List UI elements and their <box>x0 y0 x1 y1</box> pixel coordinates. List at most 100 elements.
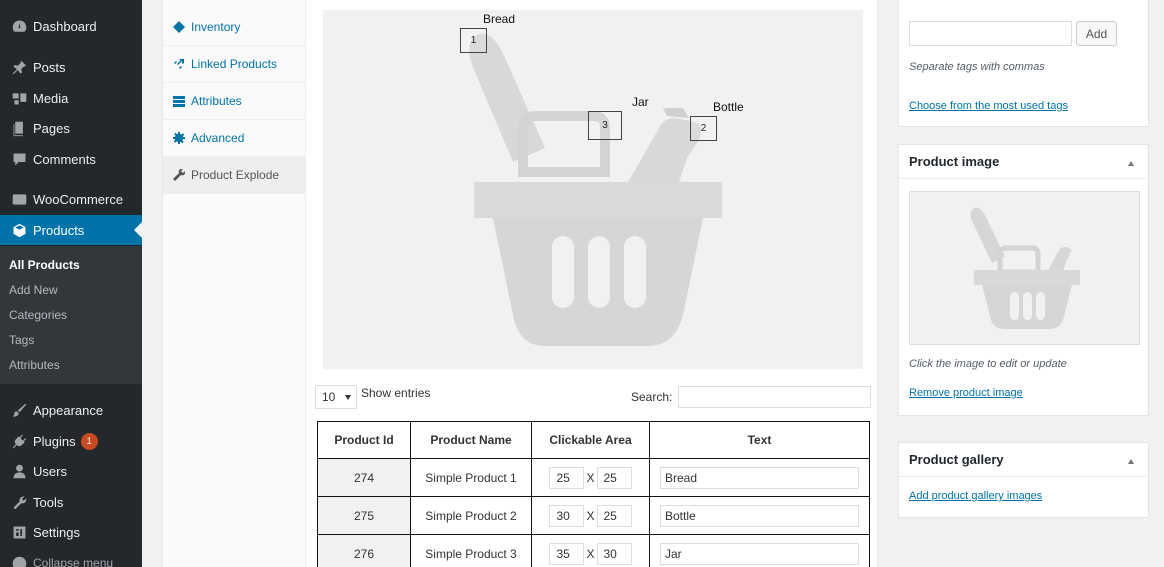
tab-linked-products[interactable]: Linked Products <box>163 46 306 83</box>
clickable-area-cell: 25 X 25 <box>531 458 650 497</box>
submenu-add-new[interactable]: Add New <box>9 283 58 297</box>
update-count-badge: 1 <box>80 432 98 450</box>
product-name-cell: Simple Product 2 <box>410 496 532 535</box>
col-text[interactable]: Text <box>649 421 870 459</box>
area-width-input[interactable]: 30 <box>549 504 585 527</box>
tab-label: Advanced <box>191 131 245 145</box>
marker-box-bottle[interactable]: 2 <box>690 116 717 141</box>
menu-woocommerce[interactable]: WooCommerce <box>0 184 142 214</box>
menu-products[interactable]: Products <box>0 215 142 245</box>
collapse-toggle-icon[interactable] <box>1128 459 1134 464</box>
menu-pages[interactable]: Pages <box>0 113 142 143</box>
product-id-cell: 274 <box>317 458 411 497</box>
menu-label: Collapse menu <box>33 556 114 567</box>
marker-box-jar[interactable]: 3 <box>588 111 622 140</box>
most-used-tags-link[interactable]: Choose from the most used tags <box>909 100 1068 112</box>
menu-collapse[interactable]: Collapse menu <box>0 548 142 567</box>
clickable-area-cell: 35 X 30 <box>531 534 650 567</box>
table-row: 275 Simple Product 2 30 X 25 Bottle <box>317 496 870 535</box>
menu-label: Appearance <box>33 402 104 418</box>
marker-label-jar: Jar <box>632 95 649 109</box>
show-entries-label: Show entries <box>361 386 431 400</box>
search-label: Search: <box>631 390 673 404</box>
marker-text-input[interactable]: Jar <box>660 542 859 565</box>
tab-advanced[interactable]: Advanced <box>163 120 306 157</box>
table-header-row: Product Id Product Name Clickable Area T… <box>317 421 870 459</box>
add-gallery-images-link[interactable]: Add product gallery images <box>909 490 1042 502</box>
plug-icon <box>9 433 29 450</box>
area-separator: X <box>586 508 595 523</box>
col-product-name[interactable]: Product Name <box>410 421 532 459</box>
tags-hint: Separate tags with commas <box>909 61 1045 73</box>
entries-select[interactable]: 10 <box>315 385 357 409</box>
dashboard-icon <box>9 18 29 35</box>
comment-icon <box>9 151 29 168</box>
menu-posts[interactable]: Posts <box>0 52 142 82</box>
product-image-thumbnail[interactable] <box>909 191 1140 345</box>
table-row: 276 Simple Product 3 35 X 30 Jar <box>317 534 870 567</box>
menu-label: WooCommerce <box>33 191 124 207</box>
add-tag-button[interactable]: Add <box>1076 21 1117 46</box>
product-image-hint: Click the image to edit or update <box>909 358 1067 370</box>
media-icon <box>9 90 29 107</box>
product-image-title: Product image <box>909 154 1000 169</box>
submenu-categories[interactable]: Categories <box>9 308 67 322</box>
menu-label: Tools <box>33 494 64 510</box>
product-image-header[interactable]: Product image <box>899 145 1148 179</box>
area-height-input[interactable]: 30 <box>596 542 632 565</box>
menu-label: Users <box>33 463 67 479</box>
box-icon <box>9 222 29 239</box>
table-row: 274 Simple Product 1 25 X 25 Bread <box>317 458 870 497</box>
area-separator: X <box>586 470 595 485</box>
menu-tools[interactable]: Tools <box>0 487 142 517</box>
tab-product-explode[interactable]: Product Explode <box>163 157 306 194</box>
explode-image[interactable]: Bread 1 Bottle 2 Jar 3 <box>323 10 863 369</box>
menu-settings[interactable]: Settings <box>0 517 142 547</box>
remove-product-image-link[interactable]: Remove product image <box>909 387 1023 399</box>
product-gallery-header[interactable]: Product gallery <box>899 443 1148 477</box>
gear-icon <box>173 132 185 144</box>
submenu-tags[interactable]: Tags <box>9 333 34 347</box>
product-data-tabs: Inventory Linked Products Attributes Adv… <box>163 0 306 567</box>
clickable-area-cell: 30 X 25 <box>531 496 650 535</box>
col-clickable-area[interactable]: Clickable Area <box>531 421 650 459</box>
col-product-id[interactable]: Product Id <box>317 421 411 459</box>
menu-media[interactable]: Media <box>0 83 142 113</box>
menu-plugins[interactable]: Plugins 1 <box>0 426 142 456</box>
entries-select-value: 10 <box>322 390 336 404</box>
tab-label: Inventory <box>191 20 241 34</box>
menu-comments[interactable]: Comments <box>0 144 142 174</box>
tab-attributes[interactable]: Attributes <box>163 83 306 120</box>
tab-inventory[interactable]: Inventory <box>163 9 306 46</box>
brush-icon <box>9 402 29 419</box>
area-width-input[interactable]: 25 <box>549 466 585 489</box>
menu-users[interactable]: Users <box>0 456 142 486</box>
area-width-input[interactable]: 35 <box>549 542 585 565</box>
collapse-toggle-icon[interactable] <box>1128 161 1134 166</box>
new-tag-input[interactable] <box>909 21 1072 46</box>
product-gallery-title: Product gallery <box>909 452 1004 467</box>
woo-icon <box>9 191 29 208</box>
submenu-attributes[interactable]: Attributes <box>9 358 60 372</box>
list-icon <box>173 95 185 107</box>
user-icon <box>9 463 29 480</box>
marker-text-input[interactable]: Bottle <box>660 504 859 527</box>
menu-appearance[interactable]: Appearance <box>0 395 142 425</box>
menu-dashboard[interactable]: Dashboard <box>0 11 142 41</box>
menu-label: Comments <box>33 151 96 167</box>
products-submenu: All Products Add New Categories Tags Att… <box>0 246 142 384</box>
chevron-down-icon <box>345 395 351 400</box>
marker-text-input[interactable]: Bread <box>660 466 859 489</box>
submenu-all-products[interactable]: All Products <box>9 258 80 272</box>
entries-length-control: 10 Show entries <box>315 385 430 409</box>
area-height-input[interactable]: 25 <box>596 504 632 527</box>
text-cell: Jar <box>649 534 870 567</box>
marker-box-bread[interactable]: 1 <box>460 28 487 53</box>
product-data-panel: Inventory Linked Products Attributes Adv… <box>162 0 878 567</box>
menu-label: Plugins <box>33 433 76 449</box>
basket-thumbnail-icon <box>970 207 1080 329</box>
tab-label: Linked Products <box>191 57 278 71</box>
area-height-input[interactable]: 25 <box>596 466 632 489</box>
search-input[interactable] <box>678 386 872 408</box>
area-separator: X <box>586 546 595 561</box>
